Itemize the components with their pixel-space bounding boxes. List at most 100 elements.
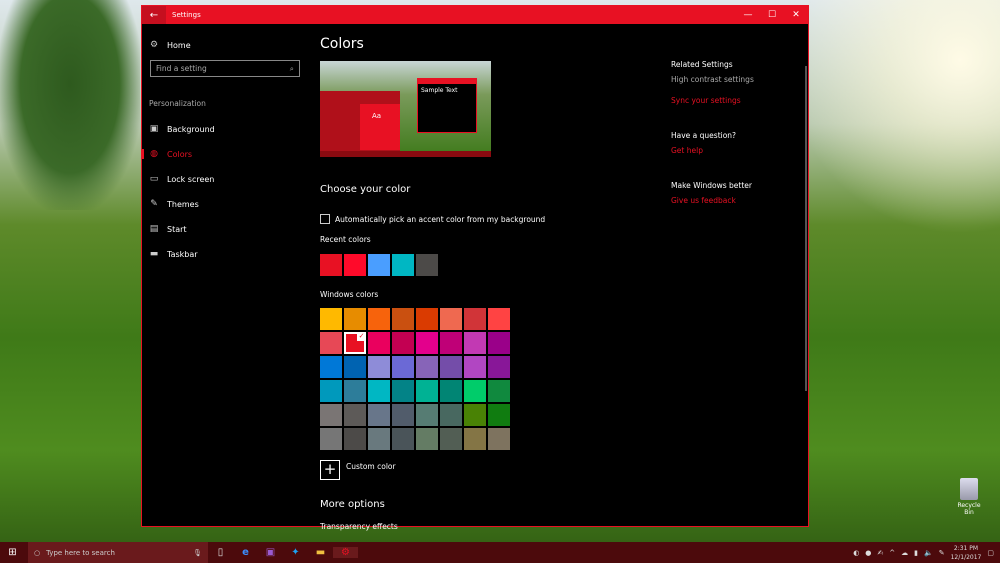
start-button[interactable]: ⊞ — [0, 547, 25, 558]
recent-color-swatch[interactable] — [392, 254, 414, 276]
windows-color-swatch[interactable] — [416, 308, 438, 330]
windows-color-swatch[interactable] — [416, 332, 438, 354]
system-tray: ◐ ● ✍ ^ ☁ ▮ 🔈 ✎ 2:31 PM 12/1/2017 ▢ — [853, 544, 1000, 562]
get-help-link[interactable]: Get help — [671, 146, 703, 155]
sidebar-item-start[interactable]: ▤ Start — [149, 224, 187, 234]
windows-color-swatch[interactable] — [392, 308, 414, 330]
sidebar-item-taskbar[interactable]: ▬ Taskbar — [149, 249, 198, 259]
recycle-bin[interactable]: Recycle Bin — [952, 478, 986, 516]
windows-color-swatch[interactable] — [368, 332, 390, 354]
onenote-icon[interactable]: ▣ — [258, 547, 283, 558]
avatar[interactable]: ● — [865, 549, 871, 557]
custom-color-button[interactable]: + — [320, 460, 340, 480]
twitter-icon[interactable]: ✦ — [283, 547, 308, 558]
sync-settings-link[interactable]: Sync your settings — [671, 96, 741, 105]
date: 12/1/2017 — [950, 553, 982, 561]
recent-colors-label: Recent colors — [320, 235, 371, 244]
windows-color-swatch[interactable] — [320, 404, 342, 426]
windows-color-swatch[interactable] — [440, 308, 462, 330]
network-icon[interactable]: ▮ — [914, 549, 918, 557]
windows-color-swatch[interactable] — [416, 380, 438, 402]
windows-color-swatch[interactable] — [392, 332, 414, 354]
windows-color-swatch[interactable] — [368, 308, 390, 330]
people-icon[interactable]: ◐ — [853, 549, 859, 557]
task-view-icon[interactable]: ▯ — [208, 547, 233, 558]
taskbar-search[interactable]: ○ Type here to search 🎙 — [28, 542, 208, 563]
maximize-button[interactable]: ☐ — [760, 10, 784, 20]
windows-color-swatch[interactable] — [344, 380, 366, 402]
sidebar-item-lock-screen[interactable]: ▭ Lock screen — [149, 174, 215, 184]
recent-color-swatch[interactable] — [320, 254, 342, 276]
ink-icon[interactable]: ✎ — [939, 549, 945, 557]
auto-pick-checkbox[interactable] — [320, 214, 330, 224]
windows-color-swatch[interactable] — [440, 380, 462, 402]
windows-color-swatch[interactable] — [464, 404, 486, 426]
sidebar-item-background[interactable]: ▣ Background — [149, 124, 215, 134]
windows-color-swatch[interactable] — [320, 380, 342, 402]
edge-icon[interactable]: e — [233, 547, 258, 558]
windows-color-swatch[interactable] — [440, 332, 462, 354]
windows-color-swatch[interactable] — [344, 404, 366, 426]
recent-color-swatch[interactable] — [344, 254, 366, 276]
windows-color-swatch[interactable] — [440, 356, 462, 378]
windows-color-swatch[interactable] — [320, 428, 342, 450]
feedback-link[interactable]: Give us feedback — [671, 196, 736, 205]
windows-color-swatch[interactable] — [320, 356, 342, 378]
chevron-up-icon[interactable]: ^ — [889, 549, 895, 557]
volume-icon[interactable]: 🔈 — [924, 549, 933, 557]
windows-color-swatch[interactable] — [464, 380, 486, 402]
windows-color-swatch[interactable] — [392, 404, 414, 426]
windows-color-swatch[interactable] — [488, 404, 510, 426]
windows-color-swatch[interactable] — [344, 356, 366, 378]
search-input[interactable]: Find a setting ⌕ — [150, 60, 300, 77]
windows-color-swatch[interactable] — [392, 356, 414, 378]
windows-color-swatch[interactable] — [416, 404, 438, 426]
minimize-button[interactable]: — — [736, 10, 760, 20]
auto-pick-label[interactable]: Automatically pick an accent color from … — [335, 215, 545, 224]
windows-color-swatch[interactable] — [368, 380, 390, 402]
file-explorer-icon[interactable]: ▬ — [308, 547, 333, 558]
windows-color-swatch[interactable] — [464, 332, 486, 354]
high-contrast-link[interactable]: High contrast settings — [671, 75, 754, 84]
sidebar-item-home[interactable]: ⚙ Home — [149, 40, 191, 50]
preview-taskbar — [320, 151, 491, 157]
sidebar-item-themes[interactable]: ✎ Themes — [149, 199, 199, 209]
action-center-icon[interactable]: ▢ — [987, 549, 994, 557]
lock-screen-icon: ▭ — [149, 174, 159, 184]
clock[interactable]: 2:31 PM 12/1/2017 — [951, 544, 982, 562]
recent-color-swatch[interactable] — [416, 254, 438, 276]
windows-color-swatch[interactable] — [464, 356, 486, 378]
windows-color-swatch[interactable] — [488, 428, 510, 450]
windows-color-swatch[interactable] — [416, 356, 438, 378]
recent-color-swatch[interactable] — [368, 254, 390, 276]
windows-color-swatch[interactable]: ✓ — [344, 332, 366, 354]
windows-color-swatch[interactable] — [440, 428, 462, 450]
windows-color-swatch[interactable] — [392, 428, 414, 450]
page-title: Colors — [320, 36, 364, 52]
windows-color-swatch[interactable] — [344, 308, 366, 330]
windows-color-swatch[interactable] — [440, 404, 462, 426]
pen-icon[interactable]: ✍ — [877, 549, 883, 557]
windows-color-swatch[interactable] — [368, 356, 390, 378]
windows-color-swatch[interactable] — [464, 428, 486, 450]
windows-color-swatch[interactable] — [392, 380, 414, 402]
windows-color-swatch[interactable] — [488, 308, 510, 330]
windows-color-swatch[interactable] — [488, 356, 510, 378]
windows-color-swatch[interactable] — [488, 380, 510, 402]
windows-color-swatch[interactable] — [488, 332, 510, 354]
custom-color-label[interactable]: Custom color — [346, 462, 396, 471]
windows-color-swatch[interactable] — [320, 332, 342, 354]
windows-color-swatch[interactable] — [368, 428, 390, 450]
cloud-icon[interactable]: ☁ — [901, 549, 908, 557]
windows-color-swatch[interactable] — [368, 404, 390, 426]
windows-color-swatch[interactable] — [416, 428, 438, 450]
windows-color-swatch[interactable] — [344, 428, 366, 450]
windows-color-swatch[interactable] — [464, 308, 486, 330]
scrollbar[interactable] — [805, 66, 807, 391]
settings-taskbar-icon[interactable]: ⚙ — [333, 547, 358, 558]
close-button[interactable]: ✕ — [784, 10, 808, 20]
title-bar: ← Settings — ☐ ✕ — [142, 6, 808, 24]
windows-color-swatch[interactable] — [320, 308, 342, 330]
sidebar-item-colors[interactable]: ◍ Colors — [142, 149, 192, 159]
back-button[interactable]: ← — [142, 6, 166, 24]
